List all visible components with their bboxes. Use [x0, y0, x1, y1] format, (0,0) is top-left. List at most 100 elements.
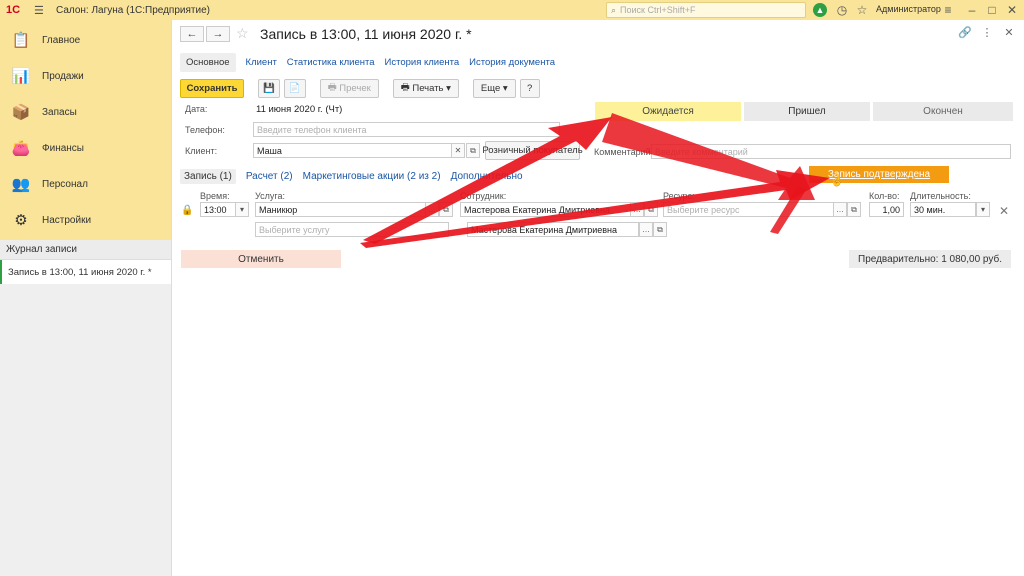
duration-input[interactable]: 30 мин.	[910, 202, 976, 217]
duration-label: Длительность:	[910, 191, 971, 201]
open-icon[interactable]: ⧉	[644, 202, 658, 217]
save-disk-icon[interactable]: 💾	[258, 78, 280, 98]
open-icon[interactable]: ⧉	[439, 202, 453, 217]
list-icon: 📋	[11, 32, 31, 49]
settings-menu-icon[interactable]: ≡	[940, 2, 956, 18]
cancel-button[interactable]: Отменить	[181, 250, 341, 268]
date-label: Дата:	[185, 104, 208, 114]
favorites-star-icon[interactable]: ☆	[854, 2, 870, 18]
chevron-down-icon: ▾	[443, 82, 451, 94]
tab-record[interactable]: Запись (1)	[180, 168, 236, 184]
sidebar-item-sales[interactable]: 📊 Продажи	[0, 58, 171, 94]
resource-input[interactable]: Выберите ресурс	[663, 202, 835, 217]
sidebar-item-settings[interactable]: ⚙ Настройки	[0, 202, 171, 238]
select-dots-icon[interactable]: …	[630, 202, 644, 217]
comment-input[interactable]: Введите комментарий	[651, 144, 1011, 159]
open-icon[interactable]: ⧉	[466, 143, 480, 158]
menu-icon[interactable]: ☰	[34, 4, 48, 17]
receipt-button[interactable]: 🖶 Пречек	[319, 78, 379, 98]
sidebar-item-main[interactable]: 📋 Главное	[0, 22, 171, 58]
time-input[interactable]: 13:00	[200, 202, 236, 217]
user-name[interactable]: Администратор	[876, 4, 941, 14]
status-expected-button[interactable]: Ожидается	[595, 102, 741, 121]
receipt-label: Пречек	[339, 82, 371, 94]
open-icon[interactable]: ⧉	[653, 222, 667, 237]
sidebar-open-document[interactable]: Запись в 13:00, 11 июня 2020 г. *	[0, 260, 171, 284]
app-logo: 1С	[6, 4, 21, 16]
tab-client-stats[interactable]: Статистика клиента	[287, 57, 375, 68]
more-dots-icon[interactable]: ⋮	[979, 26, 995, 39]
forward-button[interactable]: →	[206, 26, 230, 42]
back-button[interactable]: ←	[180, 26, 204, 42]
date-value[interactable]: 11 июня 2020 г. (Чт)	[256, 104, 342, 115]
tab-document-history[interactable]: История документа	[469, 57, 555, 68]
detail-tabs: Запись (1) Расчет (2) Маркетинговые акци…	[180, 168, 533, 184]
favorite-star-icon[interactable]: ☆	[236, 25, 249, 42]
lock-icon[interactable]: 🔒	[181, 205, 193, 216]
printer-icon: 🖶	[327, 82, 340, 93]
tab-client-history[interactable]: История клиента	[385, 57, 460, 68]
qty-label: Кол-во:	[869, 191, 900, 201]
sidebar-item-label: Персонал	[42, 178, 88, 190]
print-button[interactable]: 🖶 Печать ▾	[392, 78, 459, 98]
status-came-button[interactable]: Пришел	[744, 102, 870, 121]
tab-additional[interactable]: Дополнительно	[451, 171, 523, 182]
sidebar-item-finance[interactable]: 👛 Финансы	[0, 130, 171, 166]
search-input[interactable]: ⌕ Поиск Ctrl+Shift+F	[606, 2, 806, 18]
link-icon[interactable]: 🔗	[957, 26, 973, 39]
preliminary-total: Предварительно: 1 080,00 руб.	[849, 250, 1011, 268]
tab-marketing[interactable]: Маркетинговые акции (2 из 2)	[303, 171, 441, 182]
print-label: Печать	[412, 82, 444, 94]
select-dots-icon[interactable]: …	[425, 202, 439, 217]
resource-label: Ресурс:	[663, 191, 695, 201]
sidebar: 📋 Главное 📊 Продажи 📦 Запасы 👛 Финансы 👥…	[0, 20, 172, 576]
notification-icon[interactable]: ▲	[813, 3, 827, 17]
minimize-icon[interactable]: –	[964, 2, 980, 18]
phone-input[interactable]: Введите телефон клиента	[253, 122, 560, 137]
sidebar-item-label: Финансы	[42, 142, 84, 154]
sidebar-item-label: Продажи	[42, 70, 84, 82]
sidebar-item-label: Настройки	[42, 214, 92, 226]
help-button[interactable]: ?	[519, 78, 540, 98]
delete-row-icon[interactable]: ✕	[999, 204, 1009, 218]
tab-main[interactable]: Основное	[180, 52, 236, 72]
sidebar-item-stock[interactable]: 📦 Запасы	[0, 94, 171, 130]
retail-customer-button[interactable]: Розничный покупатель	[482, 141, 583, 160]
tab-client[interactable]: Клиент	[246, 57, 277, 68]
more-button[interactable]: Еще ▾	[472, 78, 516, 98]
save-button[interactable]: Сохранить	[180, 78, 244, 98]
sidebar-item-staff[interactable]: 👥 Персонал	[0, 166, 171, 202]
clear-icon[interactable]: ✕	[451, 143, 465, 158]
document-form: ← → ☆ Запись в 13:00, 11 июня 2020 г. * …	[173, 20, 1024, 576]
client-input[interactable]: Маша	[253, 143, 465, 158]
sections-panel: 📋 Главное 📊 Продажи 📦 Запасы 👛 Финансы 👥…	[0, 20, 171, 240]
status-done-button[interactable]: Окончен	[873, 102, 1013, 121]
employee-input[interactable]: Мастерова Екатерина Дмитриевна	[460, 202, 632, 217]
chevron-down-icon[interactable]: ▾	[235, 202, 249, 217]
qty-input[interactable]: 1,00	[869, 202, 904, 217]
phone-label: Телефон:	[185, 125, 225, 135]
sidebar-journal-link[interactable]: Журнал записи	[0, 240, 171, 260]
service-input[interactable]: Маникюр	[255, 202, 427, 217]
chevron-down-icon[interactable]: ▾	[976, 202, 990, 217]
search-placeholder: Поиск Ctrl+Shift+F	[620, 5, 696, 15]
employee-label: Сотрудник:	[460, 191, 507, 201]
employee-input-2[interactable]: Мастерова Екатерина Дмитриевна	[467, 222, 639, 237]
chart-icon: 📊	[11, 68, 31, 85]
title-bar: 1С ☰ Салон: Лагуна (1С:Предприятие) ⌕ По…	[0, 0, 1024, 20]
close-form-icon[interactable]: ✕	[1001, 26, 1017, 39]
comment-label: Комментарий:	[594, 147, 654, 157]
history-icon[interactable]: ◷	[834, 2, 850, 18]
people-icon: 👥	[11, 176, 31, 193]
tab-calculation[interactable]: Расчет (2)	[246, 171, 293, 182]
boxes-icon: 📦	[11, 104, 31, 121]
post-document-icon[interactable]: 📄	[283, 78, 306, 98]
select-dots-icon[interactable]: …	[833, 202, 847, 217]
service-label: Услуга:	[255, 191, 285, 201]
select-dots-icon[interactable]: …	[639, 222, 653, 237]
close-icon[interactable]: ✕	[1004, 2, 1020, 18]
maximize-icon[interactable]: □	[984, 2, 1000, 18]
open-icon[interactable]: ⧉	[847, 202, 861, 217]
chevron-down-icon: ▾	[500, 82, 508, 94]
add-service-input[interactable]: Выберите услугу	[255, 222, 449, 237]
